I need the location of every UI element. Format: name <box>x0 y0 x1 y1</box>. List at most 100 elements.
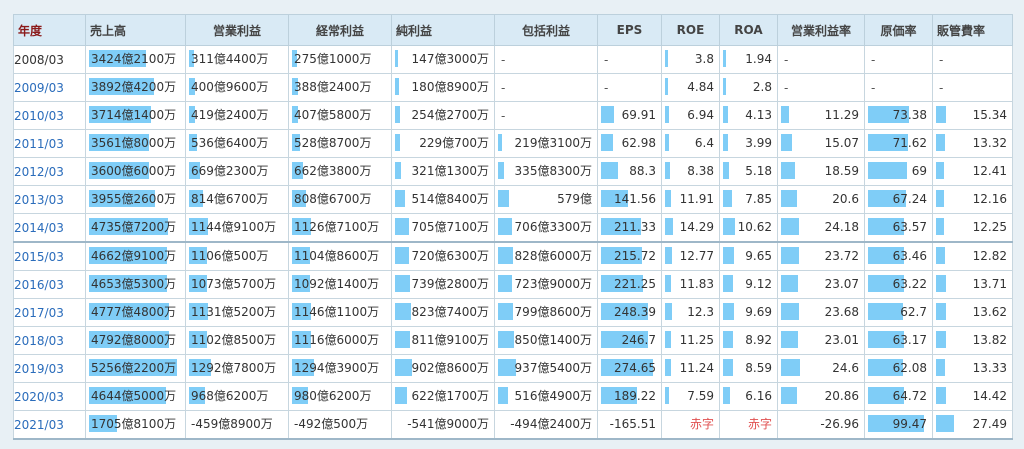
sga-ratio-cell: 13.32 <box>932 129 1013 158</box>
sales-cell: 3714億1400万 <box>85 101 186 130</box>
cell-value: 73.38 <box>892 108 927 122</box>
sga-ratio-cell: 12.82 <box>932 241 1013 271</box>
ordinary-income-cell: 1126億7100万 <box>288 213 392 243</box>
cell-value: 528億8700万 <box>294 136 372 150</box>
year-cell[interactable]: 2019/03 <box>13 354 86 383</box>
operating-margin-cell: 11.29 <box>777 101 865 130</box>
table-row: 2018/03 4792億8000万 1102億8500万 1116億6000万 811… <box>13 326 1013 355</box>
sales-cell: 3600億6000万 <box>85 157 186 186</box>
year-cell[interactable]: 2015/03 <box>13 241 86 271</box>
cell-value: 6.16 <box>745 389 772 403</box>
cell-value: 18.59 <box>824 164 859 178</box>
empty-value: - <box>604 80 609 95</box>
cost-ratio-cell: 99.47 <box>864 410 933 440</box>
operating-margin-cell: 15.07 <box>777 129 865 158</box>
cell-value: 215.72 <box>614 249 656 263</box>
table-row: 2017/03 4777億4800万 1131億5200万 1146億1100万 823… <box>13 298 1013 327</box>
table-body: 2008/03 3424億2100万 311億4400万 275億1000万 147億3… <box>13 45 1013 440</box>
net-income-cell: 811億9100万 <box>391 326 495 355</box>
year-cell[interactable]: 2011/03 <box>13 129 86 158</box>
cell-value: 13.62 <box>972 305 1007 319</box>
table-row: 2010/03 3714億1400万 419億2400万 407億5800万 254億2… <box>13 101 1013 130</box>
cell-value: 4735億7200万 <box>91 220 177 234</box>
header-sales: 売上高 <box>85 14 186 46</box>
cost-ratio-cell: 62.08 <box>864 354 933 383</box>
year-cell[interactable]: 2016/03 <box>13 270 86 299</box>
financial-table: 年度 売上高 営業利益 経常利益 純利益 包括利益 EPS ROE ROA 営業… <box>13 14 1013 440</box>
net-income-cell: 147億3000万 <box>391 45 495 74</box>
cell-value: 9.69 <box>745 305 772 319</box>
cell-value: 248.39 <box>614 305 656 319</box>
operating-margin-cell: 20.6 <box>777 185 865 214</box>
year-cell[interactable]: 2013/03 <box>13 185 86 214</box>
header-comprehensive-income: 包括利益 <box>494 14 598 46</box>
operating-margin-cell: 18.59 <box>777 157 865 186</box>
year-cell[interactable]: 2021/03 <box>13 410 86 440</box>
operating-income-cell: 1102億8500万 <box>185 326 289 355</box>
cell-value: 388億2400万 <box>294 80 372 94</box>
sga-ratio-cell: 12.25 <box>932 213 1013 243</box>
cell-value: 12.25 <box>972 220 1007 234</box>
eps-cell: 141.56 <box>597 185 662 214</box>
year-cell[interactable]: 2014/03 <box>13 213 86 243</box>
cost-ratio-cell: 67.24 <box>864 185 933 214</box>
operating-income-cell: 1131億5200万 <box>185 298 289 327</box>
cell-value: 808億6700万 <box>294 192 372 206</box>
operating-margin-cell: -26.96 <box>777 410 865 440</box>
header-ordinary-income: 経常利益 <box>288 14 392 46</box>
cell-value: 811億9100万 <box>411 333 489 347</box>
cell-value: 8.92 <box>745 333 772 347</box>
roe-cell: 8.38 <box>661 157 720 186</box>
cell-value: 12.77 <box>679 249 714 263</box>
sales-cell: 1705億8100万 <box>85 410 186 440</box>
cell-value: 71.62 <box>892 136 927 150</box>
eps-cell: 62.98 <box>597 129 662 158</box>
year-cell[interactable]: 2009/03 <box>13 73 86 102</box>
table-row: 2012/03 3600億6000万 669億2300万 662億3800万 321億1… <box>13 157 1013 186</box>
cost-ratio-cell: 63.46 <box>864 241 933 271</box>
year-cell[interactable]: 2020/03 <box>13 382 86 411</box>
comprehensive-income-cell: -494億2400万 <box>494 410 598 440</box>
operating-margin-cell: 20.86 <box>777 382 865 411</box>
table-row: 2011/03 3561億8000万 536億6400万 528億8700万 229億7… <box>13 129 1013 158</box>
cell-value: 63.17 <box>892 333 927 347</box>
cell-value: 3561億8000万 <box>91 136 177 150</box>
cell-value: 99.47 <box>892 417 927 431</box>
roe-cell: 6.94 <box>661 101 720 130</box>
sales-cell: 3955億2600万 <box>85 185 186 214</box>
cell-value: 2.8 <box>752 80 772 94</box>
cost-ratio-cell: 63.57 <box>864 213 933 243</box>
cell-value: 739億2800万 <box>411 277 489 291</box>
net-income-cell: 180億8900万 <box>391 73 495 102</box>
operating-income-cell: 1292億7800万 <box>185 354 289 383</box>
net-income-cell: 739億2800万 <box>391 270 495 299</box>
comprehensive-income-cell: - <box>494 45 598 74</box>
cell-value: 1146億1100万 <box>294 305 380 319</box>
net-income-cell: 514億8400万 <box>391 185 495 214</box>
comprehensive-income-cell: 579億 <box>494 185 598 214</box>
roe-cell: 4.84 <box>661 73 720 102</box>
year-cell[interactable]: 2017/03 <box>13 298 86 327</box>
year-cell: 2008/03 <box>13 45 86 74</box>
cell-value: 828億6000万 <box>514 249 592 263</box>
cell-value: 11.25 <box>679 333 714 347</box>
year-cell[interactable]: 2018/03 <box>13 326 86 355</box>
roa-cell: 2.8 <box>719 73 778 102</box>
cell-value: 3.99 <box>745 136 772 150</box>
cell-value: 27.49 <box>972 417 1007 431</box>
cell-value: 516億4900万 <box>514 389 592 403</box>
sga-ratio-cell: 13.71 <box>932 270 1013 299</box>
year-cell[interactable]: 2010/03 <box>13 101 86 130</box>
cell-value: 400億9600万 <box>191 80 269 94</box>
net-income-cell: 622億1700万 <box>391 382 495 411</box>
year-cell[interactable]: 2012/03 <box>13 157 86 186</box>
cell-value: 24.18 <box>824 220 859 234</box>
operating-income-cell: 669億2300万 <box>185 157 289 186</box>
cell-value: 7.59 <box>687 389 714 403</box>
sales-cell: 4792億8000万 <box>85 326 186 355</box>
eps-cell: 189.22 <box>597 382 662 411</box>
cell-value: 335億8300万 <box>514 164 592 178</box>
cost-ratio-cell: - <box>864 45 933 74</box>
roa-cell: 6.16 <box>719 382 778 411</box>
cell-value: 275億1000万 <box>294 52 372 66</box>
